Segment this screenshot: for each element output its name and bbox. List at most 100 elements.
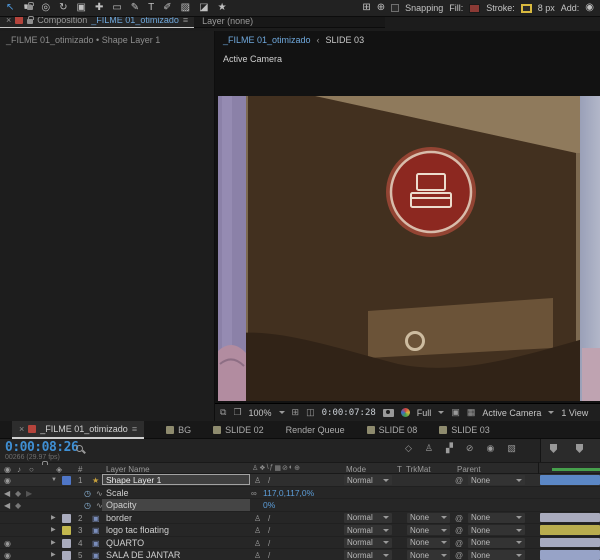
twirl-open-icon[interactable]: ▼ xyxy=(51,475,57,486)
layer-duration-bar[interactable] xyxy=(540,538,600,548)
property-name[interactable]: Scale xyxy=(106,488,129,499)
safe-margins-icon[interactable]: ◫ xyxy=(306,407,315,418)
tab-slide-08[interactable]: SLIDE 08 xyxy=(367,425,418,435)
search-icon[interactable] xyxy=(76,445,83,452)
breadcrumb-current[interactable]: SLIDE 03 xyxy=(326,35,365,45)
tab-render-queue[interactable]: Render Queue xyxy=(286,425,345,435)
trkmat-dropdown[interactable]: None xyxy=(407,538,450,548)
mode-dropdown[interactable]: Normal xyxy=(344,513,392,523)
magnification-icon[interactable]: ❐ xyxy=(233,407,241,418)
current-timecode[interactable]: 0:00:08:26 xyxy=(5,440,78,455)
pan-behind-tool[interactable]: ✚ xyxy=(95,3,103,13)
label-color-chip[interactable] xyxy=(62,539,71,548)
draft-3d-icon[interactable]: ◇ xyxy=(405,443,412,454)
stroke-width-value[interactable]: 8 px xyxy=(538,3,555,13)
pixel-aspect-icon[interactable]: ▣ xyxy=(451,407,460,418)
keyframe-icon[interactable]: ◆ xyxy=(15,500,21,511)
quality-icon[interactable]: / xyxy=(268,538,270,549)
pickwhip-icon[interactable]: @ xyxy=(455,513,463,524)
preview-timecode[interactable]: 0:00:07:28 xyxy=(322,408,376,418)
close-icon[interactable]: × xyxy=(19,424,24,434)
always-preview-icon[interactable]: ⧉ xyxy=(220,407,226,418)
keyframe-next-icon[interactable]: ▶ xyxy=(26,488,32,499)
frame-blend-icon[interactable]: ▞ xyxy=(446,443,453,454)
panel-menu-icon[interactable]: ≡ xyxy=(132,424,137,434)
stroke-color-swatch[interactable] xyxy=(521,4,532,13)
keyframe-prev-icon[interactable]: ◀ xyxy=(4,488,10,499)
snapping-checkbox[interactable] xyxy=(391,4,399,12)
fast-previews-icon[interactable]: ▦ xyxy=(467,407,476,418)
mode-dropdown[interactable]: Normal xyxy=(344,525,392,535)
hide-shy-icon[interactable]: ♙ xyxy=(425,443,433,454)
roi-icon[interactable]: ⊞ xyxy=(292,407,300,418)
eye-icon[interactable]: ◉ xyxy=(4,538,11,549)
auto-keyframe-icon[interactable]: ◉ xyxy=(486,443,494,454)
layer-name-edit-field[interactable]: Shape Layer 1 xyxy=(102,474,250,485)
trkmat-dropdown[interactable]: None xyxy=(407,513,450,523)
parent-dropdown[interactable]: None xyxy=(468,525,525,535)
trkmat-dropdown[interactable]: None xyxy=(407,525,450,535)
graph-icon[interactable]: ∿ xyxy=(96,488,103,499)
lock-icon[interactable] xyxy=(27,5,33,10)
stopwatch-icon[interactable]: ◷ xyxy=(84,488,91,499)
parent-dropdown[interactable]: None xyxy=(468,475,525,485)
layer-row-shape-layer-1[interactable]: ◉ ▼ 1 ★ Shape Layer 1 ♙ / Normal @ None xyxy=(0,474,600,487)
layer-row-quarto[interactable]: ◉ ▶ 4 ▣ QUARTO ♙ / Normal None @ None xyxy=(0,537,600,550)
camera-tool[interactable]: ▣ xyxy=(76,3,85,13)
mode-dropdown[interactable]: Normal xyxy=(344,550,392,560)
fill-color-swatch[interactable] xyxy=(469,4,480,13)
mode-dropdown[interactable]: Normal xyxy=(344,538,392,548)
trkmat-dropdown[interactable]: None xyxy=(407,550,450,560)
layer-duration-bar[interactable] xyxy=(540,513,600,523)
shy-icon[interactable]: ♙ xyxy=(254,538,261,549)
channel-wheel-icon[interactable] xyxy=(401,408,410,417)
orbit-camera-tool[interactable]: ↻ xyxy=(59,3,67,13)
puppet-pin-tool[interactable]: ★ xyxy=(218,3,227,13)
layer-name[interactable]: border xyxy=(106,513,132,524)
opacity-value[interactable]: 0% xyxy=(263,500,275,511)
quality-icon[interactable]: / xyxy=(268,475,270,486)
parent-dropdown[interactable]: None xyxy=(468,538,525,548)
link-icon[interactable]: ∞ xyxy=(251,488,257,499)
zoom-level-dropdown[interactable]: 100% xyxy=(249,408,272,418)
layer-name[interactable]: QUARTO xyxy=(106,538,144,549)
tab-timeline-active[interactable]: × _FILME 01_otimizado ≡ xyxy=(12,421,144,439)
composition-viewport-image[interactable] xyxy=(218,96,600,401)
label-color-chip[interactable] xyxy=(62,514,71,523)
shy-icon[interactable]: ♙ xyxy=(254,525,261,536)
label-color-chip[interactable] xyxy=(62,476,71,485)
pickwhip-icon[interactable]: @ xyxy=(455,538,463,549)
quality-icon[interactable]: / xyxy=(268,513,270,524)
motion-blur-icon[interactable]: ⊘ xyxy=(466,443,474,454)
comp-marker-icon[interactable] xyxy=(550,444,557,453)
layer-duration-bar[interactable] xyxy=(540,475,600,485)
mode-dropdown[interactable]: Normal xyxy=(344,475,392,485)
layer-name[interactable]: SALA DE JANTAR xyxy=(106,550,180,560)
add-icon[interactable]: ◉ xyxy=(585,3,594,13)
parent-dropdown[interactable]: None xyxy=(468,513,525,523)
pen-tool[interactable]: ✎ xyxy=(131,3,139,13)
time-ruler[interactable] xyxy=(540,439,600,462)
tv-room-badge[interactable] xyxy=(386,147,476,237)
zoom-tool[interactable]: ◎ xyxy=(41,3,50,13)
eraser-tool[interactable]: ◪ xyxy=(199,3,208,13)
stopwatch-icon[interactable]: ◷ xyxy=(84,500,91,511)
twirl-icon[interactable]: ▶ xyxy=(51,550,56,560)
graph-icon[interactable]: ∿ xyxy=(96,500,103,511)
work-area-bar[interactable] xyxy=(552,468,600,471)
resolution-dropdown[interactable]: Full xyxy=(417,408,432,418)
quality-icon[interactable]: / xyxy=(268,550,270,560)
comp-marker-icon[interactable] xyxy=(576,444,583,453)
layer-name[interactable]: logo tac floating xyxy=(106,525,169,536)
tab-slide-03[interactable]: SLIDE 03 xyxy=(439,425,490,435)
breadcrumb-comp-root[interactable]: _FILME 01_otimizado xyxy=(223,35,311,45)
snapshot-camera-icon[interactable] xyxy=(383,409,394,417)
pickwhip-icon[interactable]: @ xyxy=(455,550,463,560)
keyframe-icon[interactable]: ◆ xyxy=(15,488,21,499)
type-tool[interactable]: T xyxy=(148,3,154,13)
layer-duration-bar[interactable] xyxy=(540,550,600,560)
shy-icon[interactable]: ♙ xyxy=(254,475,261,486)
layer-row-logo-tac-floating[interactable]: ▶ 3 ▣ logo tac floating ♙ / Normal None … xyxy=(0,524,600,537)
twirl-icon[interactable]: ▶ xyxy=(51,538,56,549)
label-color-chip[interactable] xyxy=(62,526,71,535)
